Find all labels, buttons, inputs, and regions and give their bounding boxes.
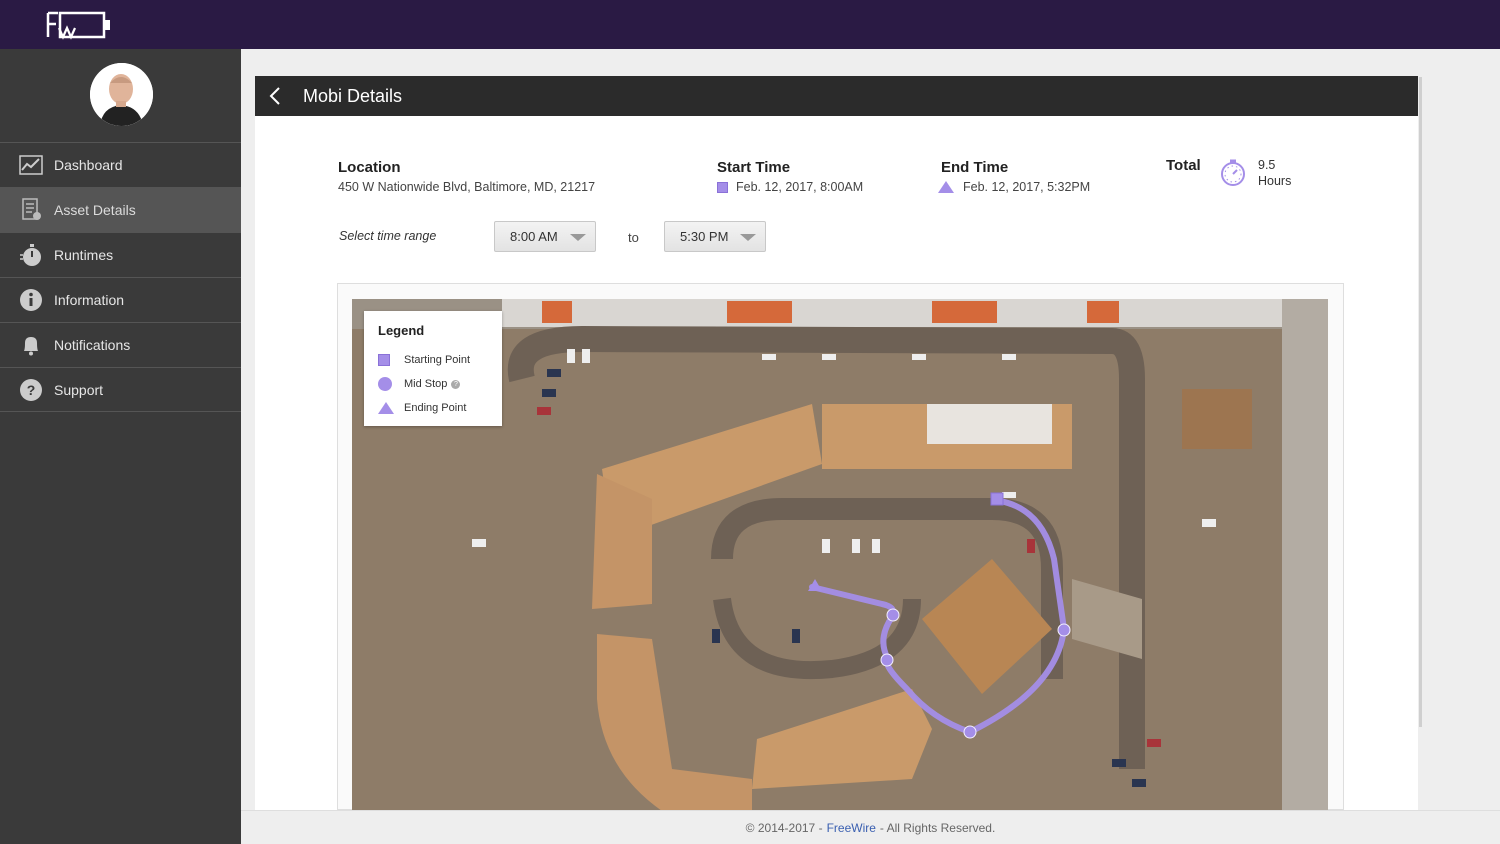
chart-icon xyxy=(18,152,44,178)
footer-brand-link[interactable]: FreeWire xyxy=(827,821,876,835)
start-time-text: Feb. 12, 2017, 8:00AM xyxy=(736,180,864,194)
stopwatch-icon xyxy=(1221,159,1245,186)
location-text: 450 W Nationwide Blvd, Baltimore, MD, 21… xyxy=(338,180,596,194)
end-time-label: End Time xyxy=(941,159,1009,176)
starting-point-icon xyxy=(378,354,404,366)
mid-stop-icon xyxy=(378,377,404,391)
sidebar-item-asset-details[interactable]: Asset Details xyxy=(0,187,241,232)
chevron-left-icon xyxy=(269,87,280,105)
scrollbar[interactable] xyxy=(1419,77,1422,727)
chevron-down-icon xyxy=(740,234,756,241)
total-hours-number: 9.5 xyxy=(1258,158,1276,172)
legend-mid-label: Mid Stop xyxy=(404,378,448,390)
back-button[interactable] xyxy=(255,76,295,116)
sidebar: Dashboard Asset Details Runtimes Informa… xyxy=(0,49,241,844)
chevron-down-icon xyxy=(570,234,586,241)
satellite-map[interactable]: Legend Starting Point Mid Stop ? Ending … xyxy=(352,299,1328,811)
footer-copyright: © 2014-2017 - xyxy=(745,820,823,835)
legend-item-start: Starting Point xyxy=(378,348,488,372)
end-time-value: Feb. 12, 2017, 5:32PM xyxy=(938,180,1090,194)
start-time-select[interactable]: 8:00 AM xyxy=(494,221,596,252)
start-time-select-value: 8:00 AM xyxy=(510,229,558,244)
legend-title: Legend xyxy=(378,323,425,338)
document-icon xyxy=(18,197,44,223)
footer-rights: - All Rights Reserved. xyxy=(879,820,996,835)
sidebar-item-notifications[interactable]: Notifications xyxy=(0,322,241,367)
total-value: 9.5 Hours xyxy=(1258,157,1291,189)
map-frame: Legend Starting Point Mid Stop ? Ending … xyxy=(337,283,1344,811)
map-legend: Legend Starting Point Mid Stop ? Ending … xyxy=(364,311,502,426)
sidebar-item-label: Information xyxy=(54,292,125,308)
sidebar-item-information[interactable]: Information xyxy=(0,277,241,322)
sidebar-item-label: Runtimes xyxy=(54,247,114,263)
sidebar-item-support[interactable]: ? Support xyxy=(0,367,241,412)
location-value: 450 W Nationwide Blvd, Baltimore, MD, 21… xyxy=(338,180,595,194)
page-title: Mobi Details xyxy=(303,85,403,106)
sidebar-item-runtimes[interactable]: Runtimes xyxy=(0,232,241,277)
total-hours-unit: Hours xyxy=(1258,174,1292,188)
top-bar xyxy=(0,0,1500,49)
time-range-label: Select time range xyxy=(339,229,437,243)
svg-text:?: ? xyxy=(27,382,36,398)
sidebar-item-label: Notifications xyxy=(54,337,131,353)
sidebar-item-label: Asset Details xyxy=(54,202,136,218)
range-separator: to xyxy=(628,230,639,245)
ending-point-icon xyxy=(938,181,954,193)
legend-item-end: Ending Point xyxy=(378,396,488,420)
logo-icon[interactable] xyxy=(46,10,112,40)
start-time-label: Start Time xyxy=(717,159,791,176)
start-time-value: Feb. 12, 2017, 8:00AM xyxy=(717,180,863,194)
question-icon: ? xyxy=(18,377,44,403)
end-time-select-value: 5:30 PM xyxy=(680,229,729,244)
end-time-text: Feb. 12, 2017, 5:32PM xyxy=(963,180,1091,194)
total-label: Total xyxy=(1166,157,1201,174)
location-label: Location xyxy=(338,159,401,176)
sidebar-nav: Dashboard Asset Details Runtimes Informa… xyxy=(0,142,241,412)
info-icon xyxy=(18,287,44,313)
end-time-select[interactable]: 5:30 PM xyxy=(664,221,766,252)
bell-icon xyxy=(18,332,44,358)
sidebar-item-label: Dashboard xyxy=(54,157,123,173)
legend-item-mid: Mid Stop ? xyxy=(378,372,488,396)
legend-start-label: Starting Point xyxy=(404,354,471,366)
card-header: Mobi Details xyxy=(255,76,1418,116)
main-content: Mobi Details Location 450 W Nationwide B… xyxy=(241,49,1500,811)
ending-point-icon xyxy=(378,402,404,414)
stopwatch-icon xyxy=(18,242,44,268)
details-card: Mobi Details Location 450 W Nationwide B… xyxy=(255,76,1418,811)
legend-end-label: Ending Point xyxy=(404,402,467,414)
sidebar-item-label: Support xyxy=(54,381,104,398)
footer: © 2014-2017 - FreeWire - All Rights Rese… xyxy=(241,810,1500,844)
help-icon[interactable]: ? xyxy=(451,379,461,389)
sidebar-item-dashboard[interactable]: Dashboard xyxy=(0,142,241,187)
avatar[interactable] xyxy=(90,63,153,126)
starting-point-icon xyxy=(717,181,728,193)
